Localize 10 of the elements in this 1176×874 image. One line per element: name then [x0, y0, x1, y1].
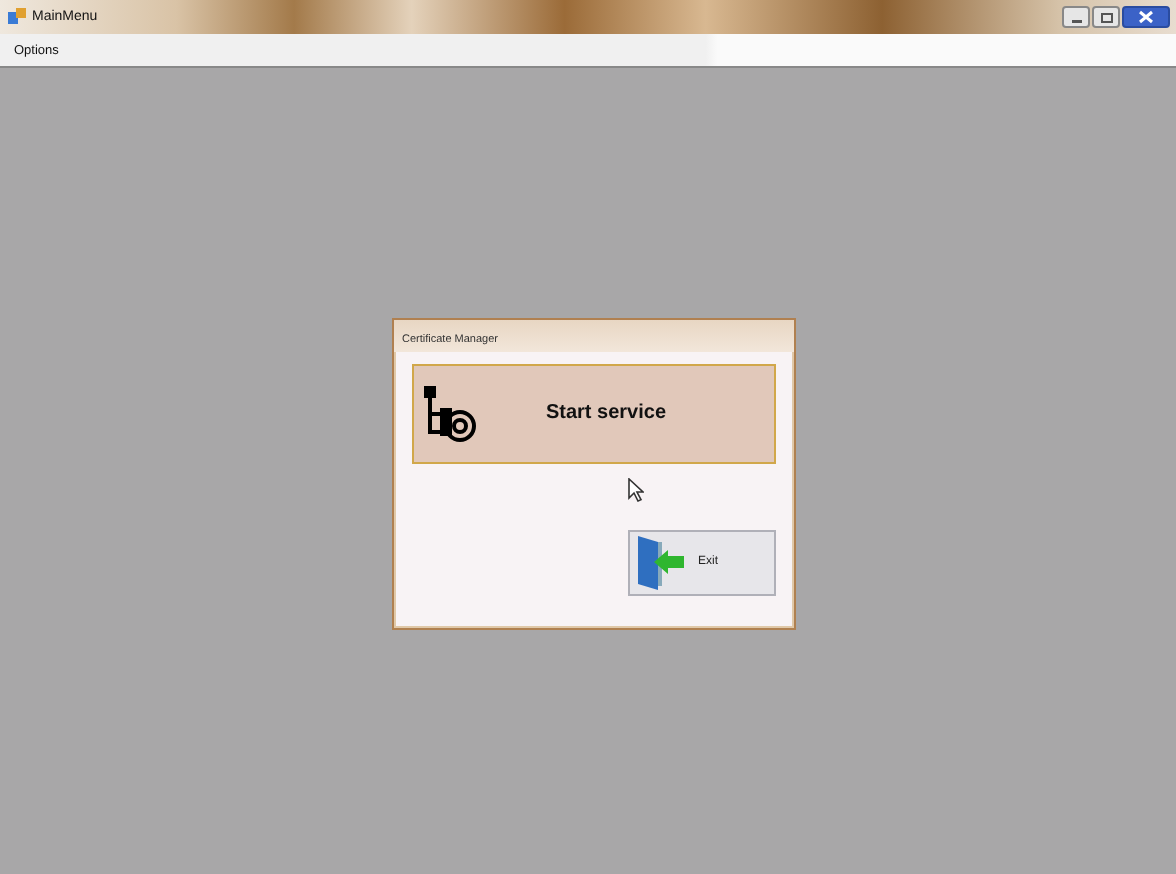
maximize-button[interactable] [1092, 6, 1120, 28]
app-icon [8, 8, 26, 26]
flowchart-gear-icon [422, 383, 478, 443]
mouse-cursor-icon [628, 478, 644, 502]
minimize-button[interactable] [1062, 6, 1090, 28]
close-icon [1138, 10, 1154, 24]
exit-door-icon [634, 532, 686, 592]
start-service-button[interactable]: Start service [412, 363, 776, 463]
close-button[interactable] [1122, 6, 1170, 28]
maximize-icon [1099, 11, 1113, 23]
